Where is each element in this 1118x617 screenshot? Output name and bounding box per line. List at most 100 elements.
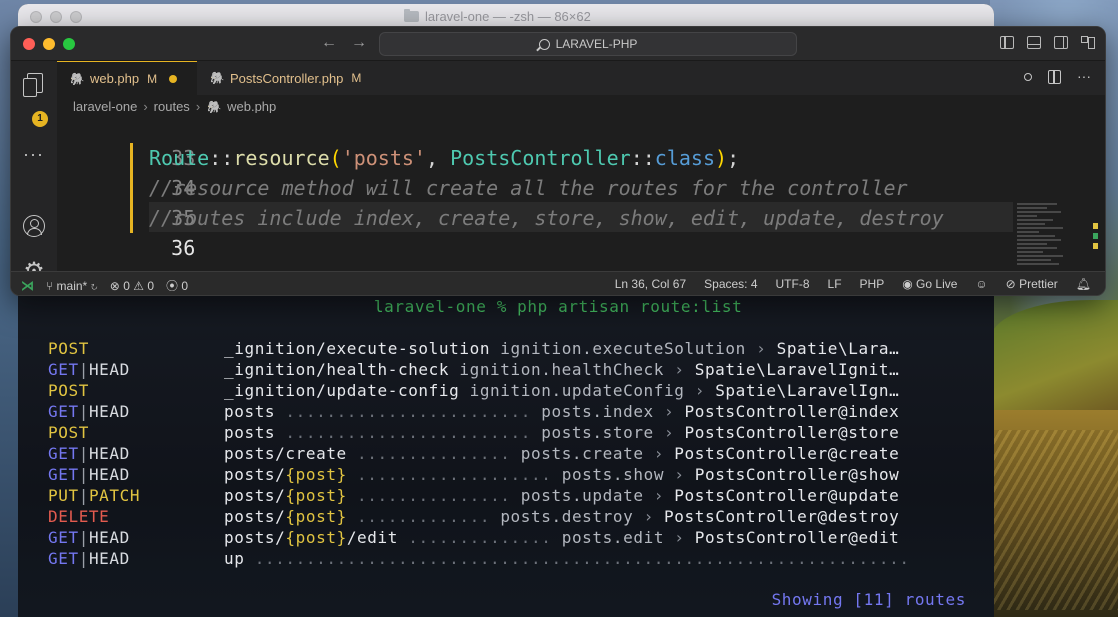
- breadcrumb-folder[interactable]: routes: [154, 99, 190, 114]
- tab-web-php[interactable]: 🐘 web.php M: [57, 61, 197, 95]
- http-method: GET: [48, 465, 79, 484]
- tab-posts-controller[interactable]: 🐘 PostsController.php M: [197, 61, 367, 95]
- route-row: GET|HEAD posts/create ............... pos…: [48, 444, 899, 465]
- token-punct: ,: [425, 146, 451, 170]
- code-line-33[interactable]: 33: [57, 113, 195, 170]
- terminal-window-controls: [30, 11, 82, 23]
- method-separator: |: [78, 465, 89, 484]
- open-changes-icon[interactable]: [1024, 73, 1032, 81]
- ports-status[interactable]: ⦿ 0: [166, 277, 188, 294]
- zoom-button[interactable]: [63, 38, 75, 50]
- cursor-position[interactable]: Ln 36, Col 67: [615, 277, 686, 291]
- route-uri: posts/: [224, 486, 286, 505]
- ports-count: 0: [181, 279, 189, 293]
- token-paren: ): [715, 146, 728, 170]
- route-dots: ...............: [357, 486, 511, 505]
- back-arrow-icon[interactable]: ←: [321, 34, 337, 52]
- branch-icon: ⑂: [46, 278, 54, 293]
- method-separator: |: [78, 528, 89, 547]
- route-method: GET|HEAD: [48, 549, 224, 568]
- route-uri: posts/: [224, 507, 286, 526]
- route-uri: posts/create: [224, 444, 347, 463]
- problems-status[interactable]: ⊗ 0 ⚠ 0: [110, 279, 154, 293]
- toggle-panel-icon[interactable]: [1027, 36, 1041, 49]
- command-center-search[interactable]: LARAVEL-PHP: [379, 32, 797, 56]
- code-line-34[interactable]: 34 Route::resource('posts', PostsControl…: [57, 143, 739, 200]
- bell-icon[interactable]: 🔔︎: [1076, 277, 1091, 291]
- route-method: DELETE: [48, 507, 224, 526]
- encoding[interactable]: UTF-8: [776, 277, 810, 291]
- close-button[interactable]: [23, 38, 35, 50]
- php-file-icon: 🐘: [69, 71, 84, 86]
- remote-icon[interactable]: ⋊: [21, 278, 34, 294]
- route-name: ignition.healthCheck: [459, 360, 665, 379]
- scrollbar-markers[interactable]: [1093, 223, 1099, 263]
- toggle-primary-sidebar-icon[interactable]: [1000, 36, 1014, 49]
- route-arrow: ›: [745, 339, 777, 358]
- route-name: posts.destroy: [500, 507, 634, 526]
- code-editor[interactable]: 33 34 Route::resource('posts', PostsCont…: [57, 113, 1105, 273]
- explorer-badge: 1: [32, 111, 48, 127]
- toggle-secondary-sidebar-icon[interactable]: [1054, 36, 1068, 49]
- route-param: {post}: [285, 507, 347, 526]
- copilot-icon[interactable]: ☺: [975, 277, 987, 291]
- indentation[interactable]: Spaces: 4: [704, 277, 757, 291]
- terminal-output[interactable]: laravel-one % php artisan route:list POS…: [18, 290, 994, 617]
- route-dots: ........................: [285, 402, 531, 421]
- code-comment: //resource method will create all the ro…: [149, 176, 908, 200]
- breadcrumb-folder[interactable]: laravel-one: [73, 99, 137, 114]
- terminal-zoom-button[interactable]: [70, 11, 82, 23]
- route-action: Spatie\LaravelIgn…: [715, 381, 900, 400]
- breadcrumb-file[interactable]: web.php: [227, 99, 276, 114]
- route-row: PUT|PATCH posts/{post} ............... po…: [48, 486, 899, 507]
- forward-arrow-icon[interactable]: →: [351, 34, 367, 52]
- token-class: Route: [149, 146, 210, 170]
- code-line-36[interactable]: 36 //routes include index, create, store…: [57, 203, 944, 260]
- http-method: POST: [48, 339, 89, 358]
- http-method: GET: [48, 528, 79, 547]
- warning-count: 0: [147, 278, 155, 293]
- http-method: HEAD: [88, 528, 130, 547]
- route-param: {post}: [285, 528, 347, 547]
- end-of-line[interactable]: LF: [828, 277, 842, 291]
- code-line-35[interactable]: 35 //resource method will create all the…: [57, 173, 908, 230]
- token-function: resource: [233, 146, 330, 170]
- http-method: DELETE: [48, 507, 110, 526]
- terminal-close-button[interactable]: [30, 11, 42, 23]
- unsaved-dot-icon[interactable]: [169, 74, 178, 83]
- http-method: PATCH: [88, 486, 141, 505]
- language-mode[interactable]: PHP: [860, 277, 885, 291]
- vscode-titlebar[interactable]: ← → LARAVEL-PHP: [11, 27, 1105, 61]
- method-separator: |: [78, 360, 89, 379]
- route-uri: _ignition/health-check: [224, 360, 450, 379]
- chevron-right-icon: ›: [195, 99, 201, 114]
- more-icon[interactable]: ···: [23, 145, 45, 171]
- route-action: PostsController@create: [674, 444, 900, 463]
- route-method: POST: [48, 423, 224, 442]
- terminal-title: laravel-one — -zsh — 86×62: [404, 9, 591, 24]
- http-method: HEAD: [88, 402, 130, 421]
- route-method: GET|HEAD: [48, 402, 224, 421]
- go-live-button[interactable]: ◉ Go Live: [902, 277, 957, 291]
- branch-status[interactable]: ⑂ main* ↻: [46, 279, 98, 293]
- route-arrow: ›: [653, 402, 685, 421]
- route-action: PostsController@store: [684, 423, 900, 442]
- route-name: posts.index: [541, 402, 654, 421]
- http-method: HEAD: [88, 444, 130, 463]
- account-icon[interactable]: [23, 215, 45, 237]
- route-row: POST posts ........................ posts…: [48, 423, 899, 444]
- customize-layout-icon[interactable]: [1081, 36, 1095, 49]
- route-dots: .............: [357, 507, 491, 526]
- route-method: POST: [48, 339, 224, 358]
- minimize-button[interactable]: [43, 38, 55, 50]
- files-icon[interactable]: [23, 73, 45, 97]
- route-arrow: ›: [664, 360, 695, 379]
- vscode-window[interactable]: ← → LARAVEL-PHP 1 ··· ⚙ 🐘 web.php M 🐘: [10, 26, 1106, 296]
- scroll-marker: [1093, 223, 1098, 229]
- more-actions-icon[interactable]: ···: [1077, 69, 1091, 84]
- method-separator: |: [78, 444, 89, 463]
- routes-summary: Showing [11] routes: [771, 590, 966, 609]
- prettier-button[interactable]: ⊘ Prettier: [1006, 277, 1058, 291]
- split-editor-icon[interactable]: [1048, 70, 1061, 84]
- terminal-minimize-button[interactable]: [50, 11, 62, 23]
